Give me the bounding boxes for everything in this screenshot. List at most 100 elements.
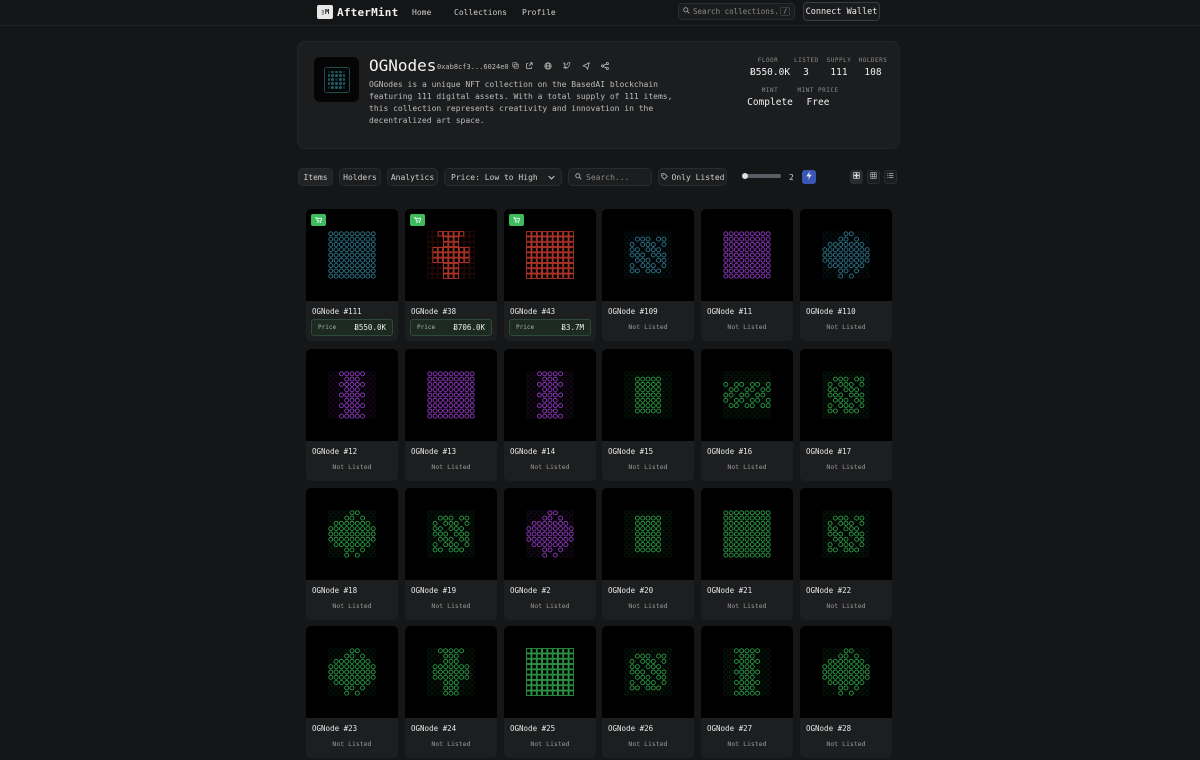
- nft-card[interactable]: OGNode #21 Not Listed: [701, 488, 793, 620]
- nft-image[interactable]: [701, 209, 793, 301]
- nft-card[interactable]: OGNode #24 Not Listed: [405, 626, 497, 758]
- nft-card[interactable]: OGNode #18 Not Listed: [306, 488, 398, 620]
- nft-card[interactable]: OGNode #28 Not Listed: [800, 626, 892, 758]
- nft-card[interactable]: OGNode #38 Price Ƀ706.0K: [405, 209, 497, 341]
- nft-card[interactable]: OGNode #13 Not Listed: [405, 349, 497, 481]
- nft-card[interactable]: OGNode #25 Not Listed: [504, 626, 596, 758]
- nft-card[interactable]: OGNode #17 Not Listed: [800, 349, 892, 481]
- sort-select[interactable]: Price: Low to High: [444, 168, 562, 186]
- nft-card[interactable]: OGNode #22 Not Listed: [800, 488, 892, 620]
- add-to-cart-button[interactable]: [509, 214, 524, 226]
- nft-image[interactable]: [602, 209, 694, 301]
- nft-pixel: [656, 531, 662, 537]
- nft-image[interactable]: [800, 349, 892, 441]
- nft-image[interactable]: [701, 626, 793, 718]
- nft-pixel: [437, 658, 443, 664]
- price-box[interactable]: Price Ƀ3.7M: [509, 319, 591, 336]
- nft-pixel: [547, 381, 553, 387]
- only-listed-toggle[interactable]: Only Listed: [658, 168, 727, 186]
- nft-card[interactable]: OGNode #43 Price Ƀ3.7M: [504, 209, 596, 341]
- nav-link-profile[interactable]: Profile: [522, 8, 556, 17]
- nft-pixel: [464, 376, 470, 382]
- connect-wallet-button[interactable]: Connect Wallet: [803, 2, 880, 21]
- share-icon[interactable]: [600, 61, 609, 70]
- nft-card[interactable]: OGNode #109 Not Listed: [602, 209, 694, 341]
- nft-card[interactable]: OGNode #110 Not Listed: [800, 209, 892, 341]
- nft-card[interactable]: OGNode #20 Not Listed: [602, 488, 694, 620]
- external-link-icon[interactable]: [524, 61, 533, 70]
- nft-card[interactable]: OGNode #15 Not Listed: [602, 349, 694, 481]
- grid-small-icon: [870, 172, 877, 182]
- nft-pixel: [832, 542, 838, 548]
- nft-image[interactable]: [602, 488, 694, 580]
- nft-card[interactable]: OGNode #27 Not Listed: [701, 626, 793, 758]
- nft-pixel: [443, 247, 449, 253]
- nft-image[interactable]: [405, 488, 497, 580]
- nft-image[interactable]: [800, 488, 892, 580]
- nft-pixel: [749, 403, 755, 409]
- nft-pixel: [859, 263, 865, 269]
- nft-pixel: [448, 413, 454, 419]
- tab-items[interactable]: Items: [298, 168, 333, 186]
- nft-pixel: [568, 552, 574, 558]
- items-search-input[interactable]: Search...: [568, 168, 652, 186]
- nft-image[interactable]: [602, 349, 694, 441]
- nft-pixel: [749, 685, 755, 691]
- nft-image[interactable]: [701, 349, 793, 441]
- nft-pixel: [427, 674, 433, 680]
- nft-pixel: [448, 542, 454, 548]
- nft-image[interactable]: [306, 349, 398, 441]
- add-to-cart-button[interactable]: [410, 214, 425, 226]
- view-grid-large-button[interactable]: [850, 170, 863, 184]
- nft-image[interactable]: [800, 209, 892, 301]
- nft-image[interactable]: [602, 626, 694, 718]
- grid-size-slider[interactable]: [742, 173, 781, 179]
- nft-pixel: [629, 520, 635, 526]
- nft-card[interactable]: OGNode #26 Not Listed: [602, 626, 694, 758]
- view-list-button[interactable]: [884, 170, 897, 184]
- nft-image[interactable]: [405, 349, 497, 441]
- view-grid-small-button[interactable]: [867, 170, 880, 184]
- nft-pixel: [432, 658, 438, 664]
- copy-icon[interactable]: [512, 62, 519, 71]
- nft-image[interactable]: [504, 626, 596, 718]
- logo[interactable]: ▯M AfterMint: [317, 4, 398, 20]
- tab-holders[interactable]: Holders: [339, 168, 381, 186]
- nft-image[interactable]: [306, 488, 398, 580]
- price-box[interactable]: Price Ƀ706.0K: [410, 319, 492, 336]
- nft-pixel: [333, 247, 339, 253]
- nft-card[interactable]: OGNode #111 Price Ƀ550.0K: [306, 209, 398, 341]
- nft-card[interactable]: OGNode #11 Not Listed: [701, 209, 793, 341]
- nft-image[interactable]: [504, 349, 596, 441]
- nft-card[interactable]: OGNode #23 Not Listed: [306, 626, 398, 758]
- nft-image[interactable]: [800, 626, 892, 718]
- nft-pixel: [427, 526, 433, 532]
- quick-buy-button[interactable]: [802, 170, 816, 184]
- add-to-cart-button[interactable]: [311, 214, 326, 226]
- nft-pixel: [661, 510, 667, 516]
- nav-link-home[interactable]: Home: [412, 8, 431, 17]
- price-box[interactable]: Price Ƀ550.0K: [311, 319, 393, 336]
- nft-pixel: [333, 547, 339, 553]
- nft-pixel: [723, 526, 729, 532]
- nft-image[interactable]: [306, 626, 398, 718]
- nft-image[interactable]: [405, 626, 497, 718]
- twitter-icon[interactable]: [562, 61, 571, 70]
- nft-card[interactable]: OGNode #12 Not Listed: [306, 349, 398, 481]
- nft-card[interactable]: OGNode #19 Not Listed: [405, 488, 497, 620]
- nft-card[interactable]: OGNode #14 Not Listed: [504, 349, 596, 481]
- collection-search-input[interactable]: Search collections... /: [678, 3, 795, 20]
- slider-handle[interactable]: [742, 173, 748, 179]
- nft-pixel: [453, 664, 459, 670]
- nft-card[interactable]: OGNode #2 Not Listed: [504, 488, 596, 620]
- globe-icon[interactable]: [543, 61, 552, 70]
- telegram-icon[interactable]: [581, 61, 590, 70]
- nft-pixel: [739, 664, 745, 670]
- nav-link-collections[interactable]: Collections: [454, 8, 507, 17]
- contract-address[interactable]: 0xab8cf3...6024e0: [437, 62, 519, 71]
- nft-pixel: [827, 536, 833, 542]
- tab-analytics[interactable]: Analytics: [387, 168, 438, 186]
- nft-image[interactable]: [504, 488, 596, 580]
- nft-card[interactable]: OGNode #16 Not Listed: [701, 349, 793, 481]
- nft-image[interactable]: [701, 488, 793, 580]
